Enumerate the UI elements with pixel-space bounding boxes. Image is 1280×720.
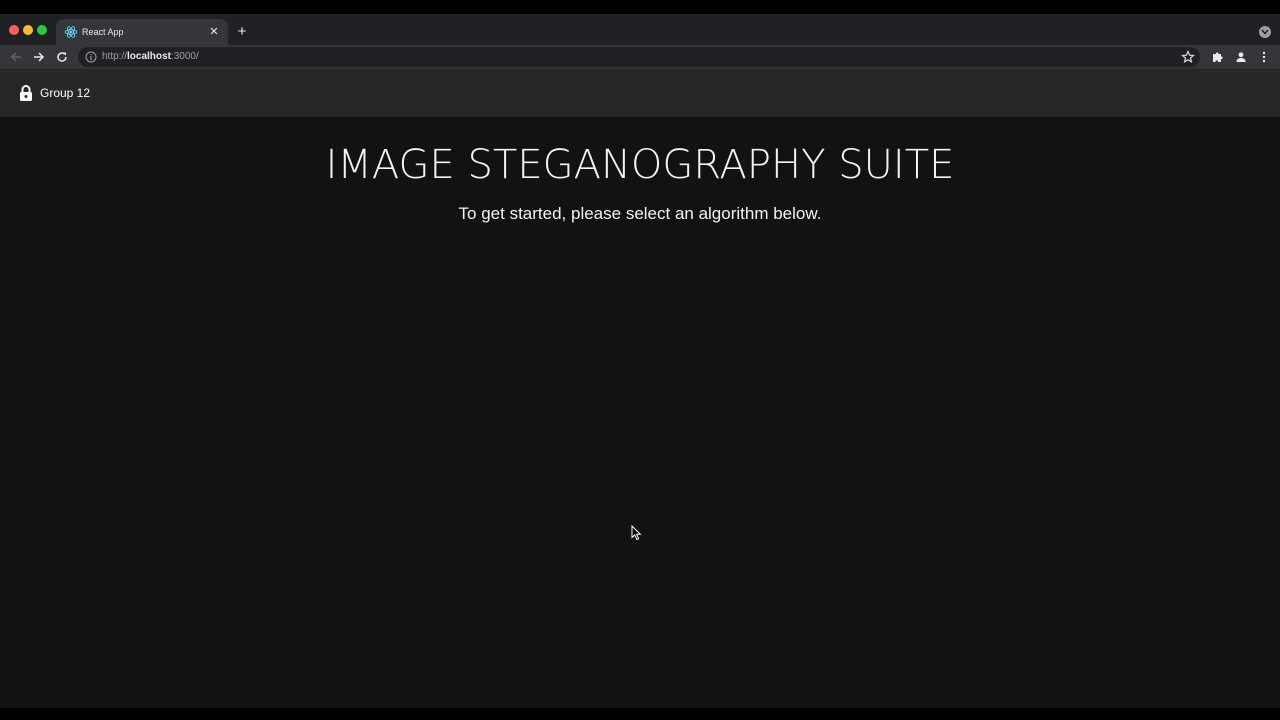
reload-button[interactable]: [55, 50, 69, 64]
page-title: IMAGE STEGANOGRAPHY SUITE: [325, 142, 955, 188]
page-subtitle: To get started, please select an algorit…: [458, 204, 822, 223]
back-arrow-icon: [10, 52, 21, 62]
bottom-bar: [0, 708, 1280, 720]
screen: React App ✕ + http://localhost:3000/ Gro…: [0, 0, 1280, 720]
browser-tab-strip: React App ✕ +: [0, 14, 1280, 45]
new-tab-button[interactable]: +: [235, 24, 249, 39]
mouse-cursor-icon: [631, 525, 642, 541]
forward-arrow-icon: [34, 52, 45, 62]
browser-toolbar: http://localhost:3000/: [0, 45, 1280, 69]
back-button[interactable]: [9, 50, 23, 64]
window-close-button[interactable]: [9, 25, 19, 35]
browser-tab-react-app[interactable]: React App ✕: [56, 19, 228, 45]
url-rest: :3000/: [170, 51, 199, 62]
star-icon[interactable]: [1181, 50, 1195, 64]
url-scheme: http://: [102, 51, 128, 62]
tab-close-icon[interactable]: ✕: [207, 25, 221, 39]
window-maximize-button[interactable]: [37, 25, 47, 35]
tab-title: React App: [82, 27, 124, 37]
address-bar[interactable]: http://localhost:3000/: [78, 47, 1200, 67]
browser-menu-button[interactable]: [1257, 50, 1271, 64]
forward-button[interactable]: [32, 50, 46, 64]
profile-icon: [1236, 52, 1246, 62]
url-host: localhost: [127, 51, 171, 62]
extensions-button[interactable]: [1211, 50, 1225, 64]
app-brand[interactable]: Group 12: [40, 85, 90, 101]
profile-button[interactable]: [1234, 50, 1248, 64]
puzzle-extension-icon: [1213, 52, 1223, 62]
window-minimize-button[interactable]: [23, 25, 33, 35]
url-text: http://localhost:3000/: [102, 50, 199, 64]
info-icon[interactable]: [85, 51, 97, 63]
reload-icon: [57, 52, 67, 62]
main-content: IMAGE STEGANOGRAPHY SUITE To get started…: [0, 117, 1280, 708]
app-bar: Group 12: [0, 69, 1280, 117]
react-atom-icon: [64, 26, 78, 38]
lock-icon: [20, 85, 32, 101]
tab-search-icon[interactable]: [1259, 26, 1271, 38]
kebab-menu-icon: [1262, 51, 1266, 63]
